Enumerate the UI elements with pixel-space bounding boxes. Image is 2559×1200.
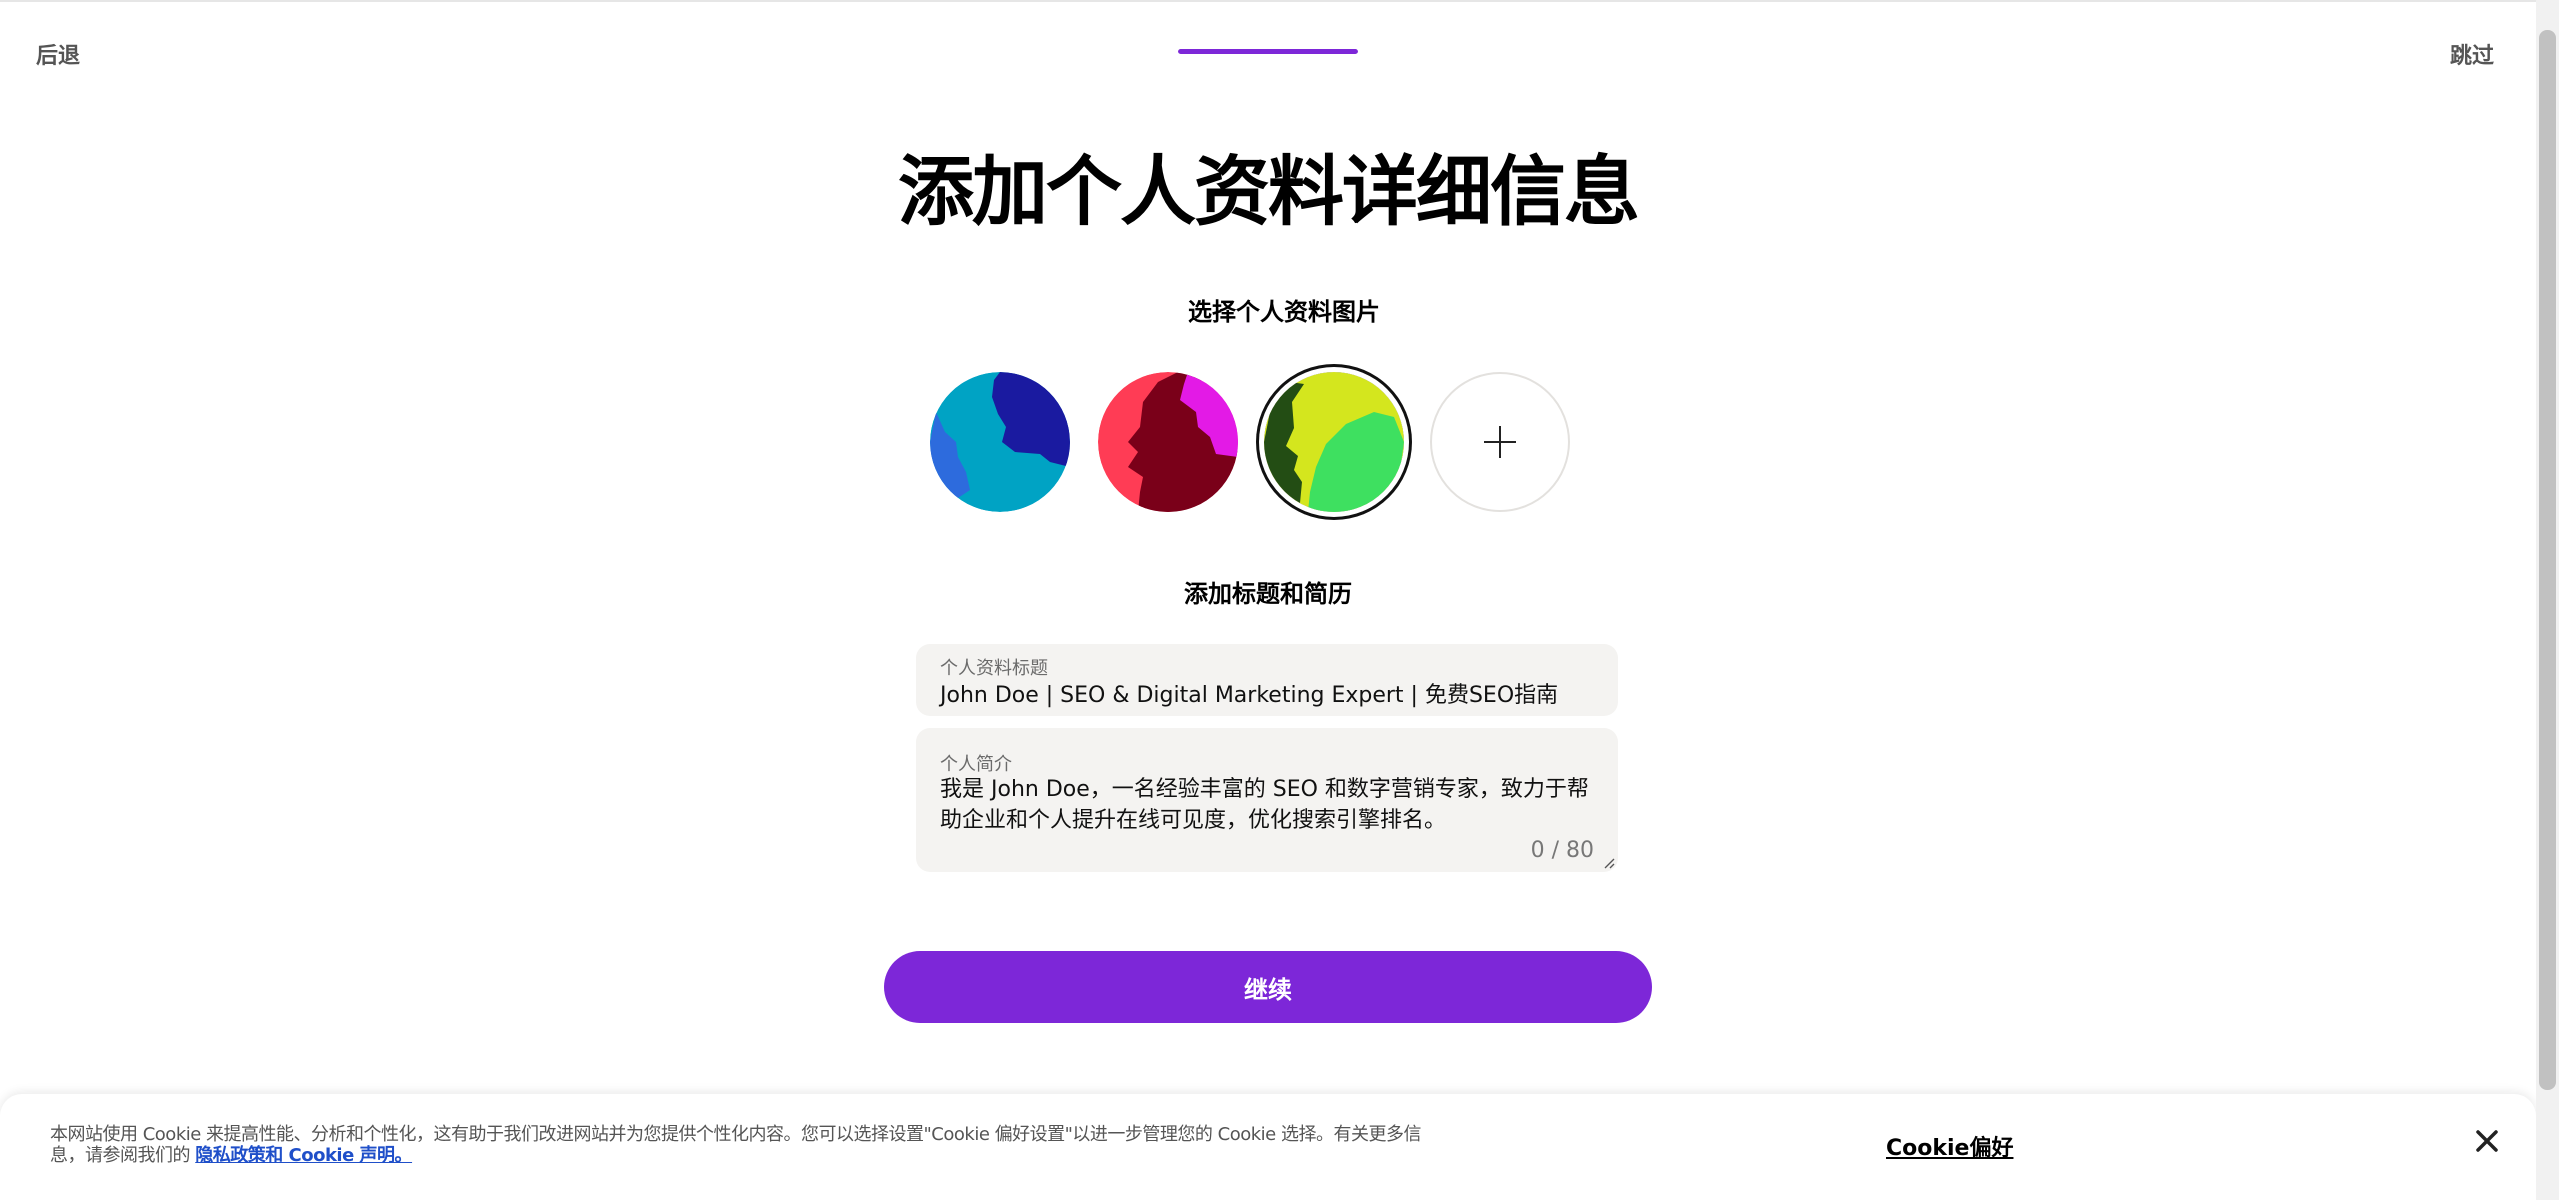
avatar-option-2-image: [1098, 372, 1238, 512]
skip-button[interactable]: 跳过: [2450, 38, 2494, 70]
cookie-banner-text: 本网站使用 Cookie 来提高性能、分析和个性化，这有助于我们改进网站并为您提…: [50, 1124, 1450, 1166]
back-button[interactable]: 后退: [36, 38, 80, 70]
progress-bar-fill: [1178, 49, 1358, 54]
avatar-option-1-image: [930, 372, 1070, 512]
avatar-option-3[interactable]: [1264, 372, 1404, 512]
avatar-section-label: 选择个人资料图片: [1188, 298, 1380, 326]
bio-label: 个人简介: [940, 754, 1012, 775]
bio-char-counter: 0 / 80: [1530, 838, 1594, 863]
privacy-policy-link[interactable]: 隐私政策和 Cookie 声明。: [195, 1145, 412, 1166]
bio-textarea[interactable]: 我是 John Doe，一名经验丰富的 SEO 和数字营销专家，致力于帮助企业和…: [940, 774, 1594, 836]
bio-field[interactable]: 个人简介 我是 John Doe，一名经验丰富的 SEO 和数字营销专家，致力于…: [916, 728, 1618, 872]
resize-handle-icon[interactable]: [1603, 857, 1615, 869]
cookie-banner: 本网站使用 Cookie 来提高性能、分析和个性化，这有助于我们改进网站并为您提…: [0, 1094, 2536, 1200]
page-title: 添加个人资料详细信息: [898, 147, 1640, 236]
continue-button[interactable]: 继续: [884, 951, 1652, 1023]
cookie-preferences-button[interactable]: Cookie偏好: [1886, 1130, 2013, 1162]
avatar-option-3-image: [1264, 372, 1404, 512]
avatar-option-2[interactable]: [1098, 372, 1238, 512]
profile-title-label: 个人资料标题: [940, 658, 1048, 679]
progress-bar: [1178, 49, 1358, 54]
add-avatar-button[interactable]: [1430, 372, 1570, 512]
scrollbar[interactable]: [2536, 0, 2559, 1200]
top-divider: [0, 0, 2536, 2]
avatar-option-1[interactable]: [930, 372, 1070, 512]
profile-title-input[interactable]: John Doe | SEO & Digital Marketing Exper…: [940, 680, 1594, 711]
details-section-label: 添加标题和简历: [1184, 580, 1352, 608]
close-icon[interactable]: [2474, 1128, 2500, 1154]
profile-title-field[interactable]: 个人资料标题 John Doe | SEO & Digital Marketin…: [916, 644, 1618, 716]
plus-icon: [1484, 426, 1516, 458]
scrollbar-thumb[interactable]: [2539, 30, 2556, 1090]
